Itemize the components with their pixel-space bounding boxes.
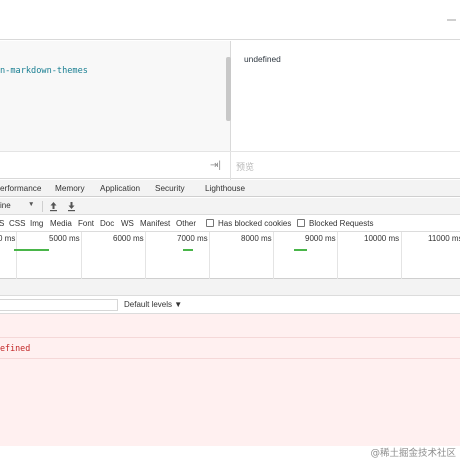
run-icon[interactable]: ⇥| <box>210 160 221 171</box>
throttle-select[interactable]: ine <box>0 201 11 210</box>
timeline-grid-line <box>337 232 338 279</box>
filter-other[interactable]: Other <box>176 219 196 228</box>
filter-ws[interactable]: WS <box>121 219 134 228</box>
toolbar-divider <box>42 201 43 212</box>
filter-media[interactable]: Media <box>50 219 72 228</box>
request-timing-bar <box>183 249 193 251</box>
console-message-row <box>0 314 460 338</box>
input-row: ⇥| 预览 <box>0 151 460 180</box>
filter-doc[interactable]: Doc <box>100 219 114 228</box>
timeline-grid-line <box>145 232 146 279</box>
code-editor-pane[interactable]: n-markdown-themes <box>0 41 231 151</box>
input-divider <box>230 152 231 180</box>
tab-application[interactable]: Application <box>100 184 140 193</box>
request-timing-bar <box>14 249 49 251</box>
timeline-tick-label: 7000 ms <box>177 234 208 243</box>
filter-js[interactable]: S <box>0 219 4 228</box>
request-timing-bar <box>294 249 307 251</box>
tab-memory[interactable]: Memory <box>55 184 85 193</box>
timeline-tick-label: 8000 ms <box>241 234 272 243</box>
timeline-grid-line <box>81 232 82 279</box>
tab-security[interactable]: Security <box>155 184 185 193</box>
timeline-tick-label: 10000 ms <box>364 234 400 243</box>
blocked-requests-label: Blocked Requests <box>309 219 374 228</box>
timeline-tick-label: 0 ms <box>0 234 16 243</box>
blocked-requests-checkbox[interactable] <box>297 219 305 227</box>
minimize-icon[interactable] <box>447 19 456 21</box>
log-levels-dropdown[interactable]: Default levels ▼ <box>124 300 182 309</box>
output-pane: undefined <box>231 41 460 151</box>
timeline-grid-line <box>273 232 274 279</box>
timeline-tick-label: 11000 ms <box>428 234 460 243</box>
download-icon[interactable] <box>66 200 77 212</box>
console-messages: efined <box>0 314 460 446</box>
resource-filter-row: S CSS Img Media Font Doc WS Manifest Oth… <box>0 215 460 232</box>
filter-font[interactable]: Font <box>78 219 94 228</box>
network-timeline-overview[interactable]: 0 ms 5000 ms 6000 ms 7000 ms 8000 ms 900… <box>0 232 460 279</box>
chevron-down-icon[interactable]: ▼ <box>28 201 34 208</box>
upload-icon[interactable] <box>48 200 59 212</box>
watermark: @稀土掘金技术社区 <box>370 448 456 459</box>
timeline-tick-label: 9000 ms <box>305 234 336 243</box>
filter-img[interactable]: Img <box>30 219 43 228</box>
blocked-cookies-label: Has blocked cookies <box>218 219 292 228</box>
output-value: undefined <box>244 54 281 64</box>
tab-performance[interactable]: erformance <box>0 184 41 193</box>
filter-css[interactable]: CSS <box>9 219 25 228</box>
timeline-grid-line <box>209 232 210 279</box>
console-error-message: efined <box>0 343 31 353</box>
network-toolbar: ine ▼ <box>0 198 460 215</box>
timeline-grid-line <box>16 232 17 279</box>
timeline-tick-label: 5000 ms <box>49 234 80 243</box>
console-toolbar: Default levels ▼ <box>0 296 460 314</box>
tab-lighthouse[interactable]: Lighthouse <box>205 184 245 193</box>
timeline-grid-line <box>401 232 402 279</box>
message-divider <box>0 358 460 359</box>
preview-placeholder[interactable]: 预览 <box>236 160 254 173</box>
top-strip <box>0 0 460 40</box>
console-filter-input[interactable] <box>0 299 118 311</box>
filter-manifest[interactable]: Manifest <box>140 219 170 228</box>
timeline-tick-label: 6000 ms <box>113 234 144 243</box>
code-line: n-markdown-themes <box>0 66 88 76</box>
devtools-tab-bar: erformance Memory Application Security L… <box>0 180 460 197</box>
blocked-cookies-checkbox[interactable] <box>206 219 214 227</box>
console-drawer-header <box>0 279 460 296</box>
